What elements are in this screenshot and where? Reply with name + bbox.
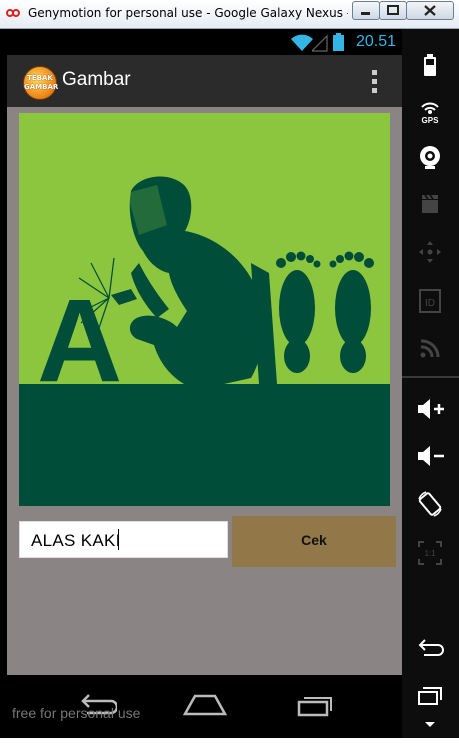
close-button[interactable] <box>406 1 454 20</box>
status-bar: 20.51 <box>7 29 402 55</box>
window-titlebar: Genymotion for personal use - Google Gal… <box>0 0 459 29</box>
action-bar: TEBAK GAMBAR Gambar <box>7 55 402 107</box>
battery-icon <box>424 54 436 76</box>
app-icon[interactable]: TEBAK GAMBAR <box>23 66 59 100</box>
scale-icon: 1:1 <box>418 541 442 565</box>
watermark-text: free for personal use <box>12 705 141 721</box>
camera-icon <box>420 146 440 169</box>
check-button[interactable]: Cek <box>232 516 396 567</box>
pixel-perfect-button[interactable]: 1:1 <box>402 533 459 573</box>
video-icon <box>422 194 438 213</box>
minimize-icon <box>361 12 370 15</box>
android-screen: 20.51 TEBAK GAMBAR Gambar A ALAS KAKI Ce… <box>7 29 402 738</box>
device-id-button[interactable]: ID <box>402 281 459 321</box>
answer-value: ALAS KAKI <box>31 531 121 550</box>
battery-widget-button[interactable] <box>402 45 459 85</box>
wifi-icon <box>291 34 313 51</box>
id-label: ID <box>425 298 435 309</box>
genymotion-toolbar: GPS ID 1:1 <box>402 29 459 738</box>
recent-icon <box>418 687 442 705</box>
answer-input[interactable]: ALAS KAKI <box>19 521 228 558</box>
video-capture-button[interactable] <box>402 184 459 224</box>
volume-down-button[interactable] <box>402 436 459 476</box>
sidebar-back-button[interactable] <box>402 629 459 669</box>
volume-up-icon <box>418 399 444 419</box>
gps-label: GPS <box>422 116 440 125</box>
signal-icon <box>312 34 328 52</box>
rotate-icon <box>418 491 442 517</box>
rotate-button[interactable] <box>402 484 459 524</box>
back-icon <box>418 639 444 656</box>
close-icon <box>424 5 436 16</box>
volume-down-icon <box>418 446 444 466</box>
dpad-icon <box>419 241 441 263</box>
window-title: Genymotion for personal use - Google Gal… <box>28 6 348 20</box>
check-button-label: Cek <box>301 532 327 548</box>
menu-icon <box>425 722 435 727</box>
home-icon[interactable] <box>183 694 227 716</box>
app-icon-text-bottom: GAMBAR <box>24 83 59 91</box>
overflow-menu-icon[interactable] <box>370 69 380 95</box>
minimize-button[interactable] <box>352 1 380 20</box>
main-content: A ALAS KAKI Cek <box>7 107 402 675</box>
sidebar-menu-button[interactable] <box>402 710 459 750</box>
remote-control-button[interactable] <box>402 232 459 272</box>
maximize-button[interactable] <box>379 1 407 20</box>
cast-button[interactable] <box>402 327 459 367</box>
cast-icon <box>420 339 440 358</box>
id-icon: ID <box>419 289 441 313</box>
scale-label: 1:1 <box>424 549 436 558</box>
emulator-window: Genymotion for personal use - Google Gal… <box>0 0 459 738</box>
volume-up-button[interactable] <box>402 389 459 429</box>
maximize-icon <box>387 5 399 15</box>
app-icon-text-top: TEBAK <box>27 74 53 82</box>
android-navigation-bar: free for personal use <box>7 675 402 738</box>
genymotion-logo-icon <box>6 9 20 17</box>
toolbar-divider <box>402 376 459 378</box>
camera-widget-button[interactable] <box>402 137 459 177</box>
puzzle-image: A <box>19 113 390 506</box>
welder-footprints-illustration: A <box>19 113 390 506</box>
battery-icon <box>333 33 344 51</box>
clock: 20.51 <box>355 33 396 50</box>
gps-icon: GPS <box>421 102 440 125</box>
page-title: Gambar <box>62 69 131 90</box>
gps-widget-button[interactable]: GPS <box>402 91 459 131</box>
text-cursor <box>118 529 119 550</box>
recent-apps-icon[interactable] <box>295 693 335 717</box>
